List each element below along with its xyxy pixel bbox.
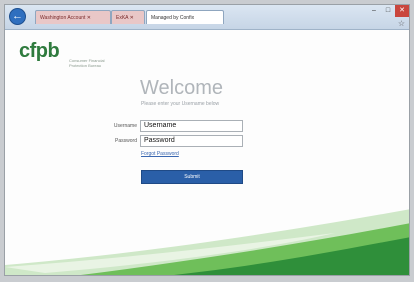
favorites-star-icon[interactable]: ☆: [398, 19, 405, 28]
logo-subtitle: Consumer Financial Protection Bureau: [69, 58, 105, 68]
password-label: Password: [115, 138, 137, 144]
browser-window: ← Washington Account ✕ ExKA ✕ Managed by…: [4, 4, 410, 276]
cfpb-logo: cfpb: [19, 40, 60, 62]
back-arrow-icon[interactable]: ←: [9, 8, 26, 25]
login-page: cfpb Consumer Financial Protection Burea…: [5, 30, 409, 275]
submit-button[interactable]: Submit: [141, 170, 243, 184]
tab-2[interactable]: ExKA ✕: [111, 10, 145, 24]
tab-1[interactable]: Washington Account ✕: [35, 10, 111, 24]
browser-chrome: ← Washington Account ✕ ExKA ✕ Managed by…: [5, 5, 409, 30]
password-field[interactable]: Password: [140, 135, 243, 147]
username-label: Username: [113, 123, 137, 129]
close-icon[interactable]: ✕: [395, 5, 409, 17]
welcome-heading: Welcome: [140, 77, 223, 99]
maximize-icon[interactable]: □: [381, 5, 395, 17]
window-controls: – □ ✕: [367, 5, 409, 19]
username-field[interactable]: Username: [140, 120, 243, 132]
forgot-password-link[interactable]: Forgot Password: [141, 151, 179, 157]
minimize-icon[interactable]: –: [367, 5, 381, 17]
tab-3-active[interactable]: Managed by Confix: [146, 10, 224, 24]
green-wave-decoration: [5, 209, 409, 275]
instructions-text: Please enter your Username below: [141, 101, 220, 107]
